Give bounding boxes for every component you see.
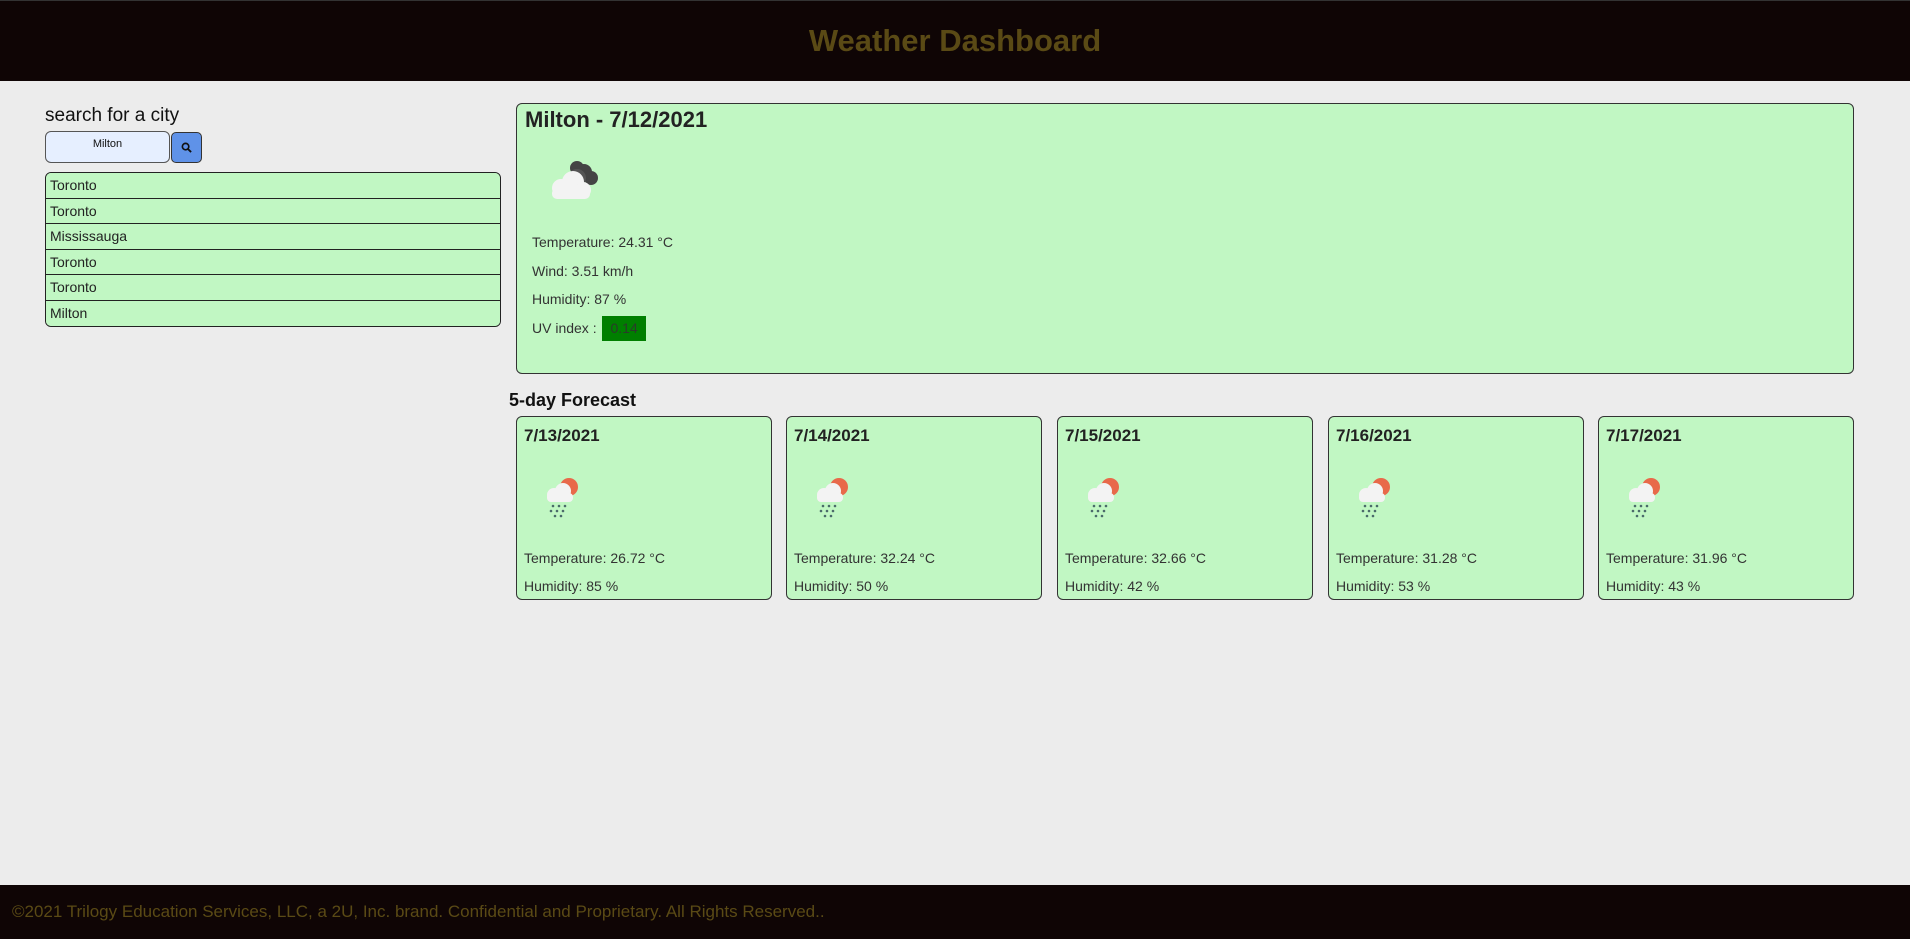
forecast-humidity: Humidity: 43 % <box>1606 578 1701 594</box>
search-label: search for a city <box>45 105 180 126</box>
forecast-humidity: Humidity: 42 % <box>1065 578 1160 594</box>
forecast-date: 7/17/2021 <box>1606 426 1682 445</box>
forecast-temperature: Temperature: 32.66 °C <box>1065 550 1207 566</box>
history-item-toronto[interactable]: Toronto <box>46 249 500 275</box>
forecast-date: 7/15/2021 <box>1065 426 1141 445</box>
page-footer: ©2021 Trilogy Education Services, LLC, a… <box>0 885 1910 939</box>
current-stats: Temperature: 24.31 °C Wind: 3.51 km/h Hu… <box>532 228 673 342</box>
forecast-cards: 7/13/2021 Temperature: 26.72 °C Humidity… <box>516 416 1854 600</box>
current-wind: Wind: 3.51 km/h <box>532 262 634 279</box>
forecast-heading: 5-day Forecast <box>509 390 637 410</box>
current-city-date: Milton - 7/12/2021 <box>525 107 708 132</box>
history-item-mississauga[interactable]: Mississauga <box>46 224 500 250</box>
page-header: Weather Dashboard <box>0 0 1910 81</box>
forecast-card: 7/15/2021 Temperature: 32.66 °C Humidity… <box>1057 416 1313 600</box>
page-title: Weather Dashboard <box>808 23 1102 58</box>
forecast-date: 7/16/2021 <box>1336 426 1412 445</box>
forecast-temperature: Temperature: 26.72 °C <box>524 550 666 566</box>
sun-rain-icon <box>547 478 578 518</box>
sun-rain-icon <box>1088 478 1119 518</box>
city-search-input[interactable] <box>45 131 170 163</box>
sun-rain-icon <box>817 478 848 518</box>
history-item-milton[interactable]: Milton <box>46 300 500 326</box>
forecast-temperature: Temperature: 32.24 °C <box>794 550 936 566</box>
history-item-toronto[interactable]: Toronto <box>46 275 500 301</box>
uv-index-badge: 0.14 <box>602 315 646 341</box>
forecast-card: 7/14/2021 Temperature: 32.24 °C Humidity… <box>786 416 1042 600</box>
forecast-card: 7/13/2021 Temperature: 26.72 °C Humidity… <box>516 416 772 600</box>
forecast-humidity: Humidity: 85 % <box>524 578 619 594</box>
forecast-date: 7/13/2021 <box>524 426 600 445</box>
forecast-date: 7/14/2021 <box>794 426 870 445</box>
search-history-list: Toronto Toronto Mississauga Toronto Toro… <box>45 172 501 327</box>
current-temperature: Temperature: 24.31 °C <box>532 234 674 250</box>
current-humidity: Humidity: 87 % <box>532 291 627 307</box>
search-button[interactable] <box>171 131 202 163</box>
search-sidebar: search for a city Toronto Toronto Missis… <box>45 105 501 327</box>
search-icon <box>181 142 192 153</box>
current-weather-card: Milton - 7/12/2021 Temperature: 24.31 °C… <box>516 103 1854 374</box>
history-item-toronto[interactable]: Toronto <box>46 198 500 224</box>
footer-copyright: ©2021 Trilogy Education Services, LLC, a… <box>12 902 825 921</box>
sun-rain-icon <box>1629 478 1660 518</box>
forecast-humidity: Humidity: 50 % <box>794 578 889 594</box>
forecast-card: 7/16/2021 Temperature: 31.28 °C Humidity… <box>1328 416 1584 600</box>
search-row <box>45 131 501 163</box>
forecast-humidity: Humidity: 53 % <box>1336 578 1431 594</box>
uv-label: UV index : <box>532 319 597 336</box>
forecast-card: 7/17/2021 Temperature: 31.96 °C Humidity… <box>1598 416 1854 600</box>
broken-clouds-icon <box>552 161 598 199</box>
sun-rain-icon <box>1359 478 1390 518</box>
forecast-temperature: Temperature: 31.96 °C <box>1606 550 1748 566</box>
history-item-toronto[interactable]: Toronto <box>46 173 500 199</box>
forecast-temperature: Temperature: 31.28 °C <box>1336 550 1478 566</box>
current-uv-row: UV index : 0.14 <box>532 314 673 343</box>
